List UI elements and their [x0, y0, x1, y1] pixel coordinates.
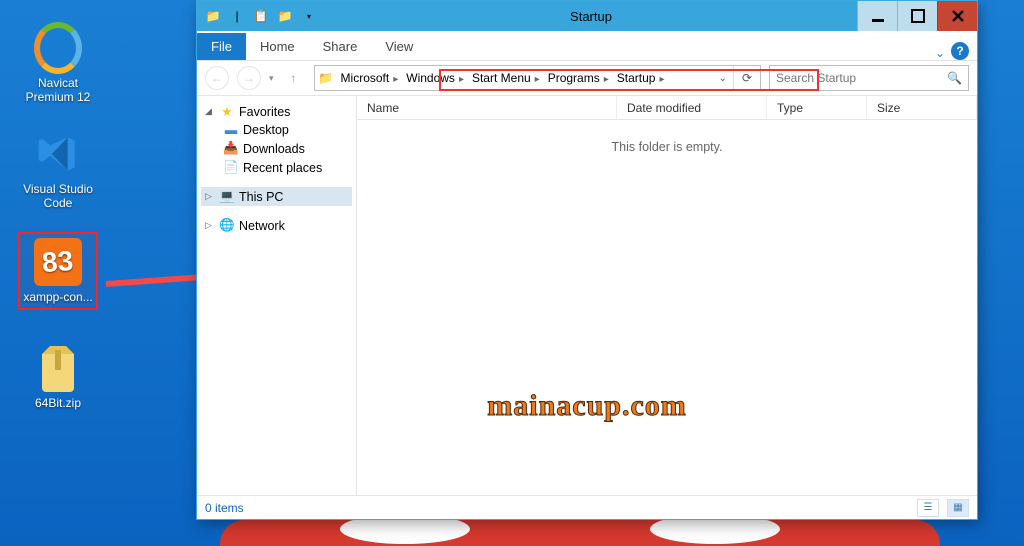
nav-desktop[interactable]: ▬ Desktop	[201, 121, 352, 139]
search-input[interactable]	[776, 71, 947, 85]
desktop-icon-label: xampp-con...	[20, 290, 96, 304]
nav-history-dropdown[interactable]: ▾	[269, 73, 274, 84]
maximize-button[interactable]	[897, 1, 937, 31]
desktop-icon-label: Visual Studio Code	[18, 182, 98, 211]
status-bar: 0 items ☰ ▦	[197, 495, 977, 519]
zip-icon	[34, 344, 82, 392]
tab-view[interactable]: View	[371, 33, 427, 60]
nav-downloads[interactable]: 📥 Downloads	[201, 139, 352, 158]
desktop-icon-label: Navicat Premium 12	[18, 76, 98, 105]
nav-label: Favorites	[239, 105, 290, 119]
navicat-icon	[34, 24, 82, 72]
address-bar[interactable]: 📁 Microsoft Windows Start Menu Programs …	[314, 65, 761, 91]
desktop-icon-vscode[interactable]: Visual Studio Code	[18, 130, 98, 211]
column-headers: Name Date modified Type Size	[357, 96, 977, 120]
nav-label: Recent places	[243, 161, 322, 175]
address-folder-icon[interactable]: 📁	[315, 71, 337, 85]
file-list: Name Date modified Type Size This folder…	[357, 96, 977, 495]
close-button[interactable]	[937, 1, 977, 31]
crumb-startup[interactable]: Startup	[613, 71, 669, 85]
details-view-button[interactable]: ☰	[917, 499, 939, 517]
col-type[interactable]: Type	[767, 96, 867, 119]
crumb-microsoft[interactable]: Microsoft	[337, 71, 403, 85]
downloads-icon: 📥	[223, 141, 239, 156]
qat-separator: |	[227, 6, 247, 26]
empty-folder-text: This folder is empty.	[357, 120, 977, 495]
nav-label: Downloads	[243, 142, 305, 156]
nav-recent[interactable]: 📄 Recent places	[201, 158, 352, 177]
quick-access-toolbar: 📁 | 📋 📁 ▾	[197, 6, 325, 26]
help-icon[interactable]: ?	[951, 42, 969, 60]
desktop-icon-64bit-zip[interactable]: 64Bit.zip	[18, 344, 98, 410]
col-size[interactable]: Size	[867, 96, 977, 119]
explorer-window: 📁 | 📋 📁 ▾ Startup File Home Share View ⌄…	[196, 0, 978, 520]
search-icon[interactable]: 🔍	[947, 71, 962, 85]
tab-share[interactable]: Share	[309, 33, 372, 60]
address-dropdown-icon[interactable]: ⌄	[713, 73, 733, 84]
search-box[interactable]: 🔍	[769, 65, 969, 91]
nav-this-pc[interactable]: ▷💻This PC	[201, 187, 352, 206]
nav-pane: ◢★Favorites ▬Desktop 📥Downloads 📄Recent …	[197, 96, 357, 495]
crumb-programs[interactable]: Programs	[544, 71, 613, 85]
xampp-icon: 83	[34, 238, 82, 286]
col-date[interactable]: Date modified	[617, 96, 767, 119]
nav-label: Desktop	[243, 123, 289, 137]
nav-label: Network	[239, 219, 285, 233]
tab-file[interactable]: File	[197, 33, 246, 60]
crumb-windows[interactable]: Windows	[402, 71, 468, 85]
properties-icon[interactable]: 📋	[251, 6, 271, 26]
item-count: 0 items	[205, 501, 909, 515]
desktop-icon-xampp[interactable]: 83 xampp-con...	[18, 232, 98, 310]
desktop-icon: ▬	[223, 123, 239, 137]
tab-home[interactable]: Home	[246, 33, 309, 60]
star-icon: ★	[219, 104, 235, 119]
ribbon-expand-icon[interactable]: ⌄	[935, 46, 945, 60]
ribbon: File Home Share View ⌄ ?	[197, 31, 977, 61]
back-button[interactable]: ←	[205, 66, 229, 90]
forward-button[interactable]: →	[237, 66, 261, 90]
recent-icon: 📄	[223, 160, 239, 175]
folder-icon[interactable]: 📁	[203, 6, 223, 26]
network-icon: 🌐	[219, 218, 235, 233]
navbar: ← → ▾ ↑ 📁 Microsoft Windows Start Menu P…	[197, 61, 977, 95]
icons-view-button[interactable]: ▦	[947, 499, 969, 517]
nav-label: This PC	[239, 190, 283, 204]
window-title: Startup	[325, 9, 857, 24]
decorative-footer	[220, 520, 940, 546]
col-name[interactable]: Name	[357, 96, 617, 119]
new-folder-icon[interactable]: 📁	[275, 6, 295, 26]
desktop-icon-navicat[interactable]: Navicat Premium 12	[18, 24, 98, 105]
nav-favorites[interactable]: ◢★Favorites	[201, 102, 352, 121]
watermark-text: mainacup.com	[487, 389, 687, 423]
crumb-start-menu[interactable]: Start Menu	[468, 71, 544, 85]
titlebar[interactable]: 📁 | 📋 📁 ▾ Startup	[197, 1, 977, 31]
up-button[interactable]: ↑	[282, 66, 306, 90]
nav-network[interactable]: ▷🌐Network	[201, 216, 352, 235]
desktop-icon-label: 64Bit.zip	[18, 396, 98, 410]
pc-icon: 💻	[219, 189, 235, 204]
refresh-button[interactable]: ⟳	[733, 66, 760, 90]
vscode-icon	[34, 130, 82, 178]
qat-dropdown-icon[interactable]: ▾	[299, 6, 319, 26]
minimize-button[interactable]	[857, 1, 897, 31]
